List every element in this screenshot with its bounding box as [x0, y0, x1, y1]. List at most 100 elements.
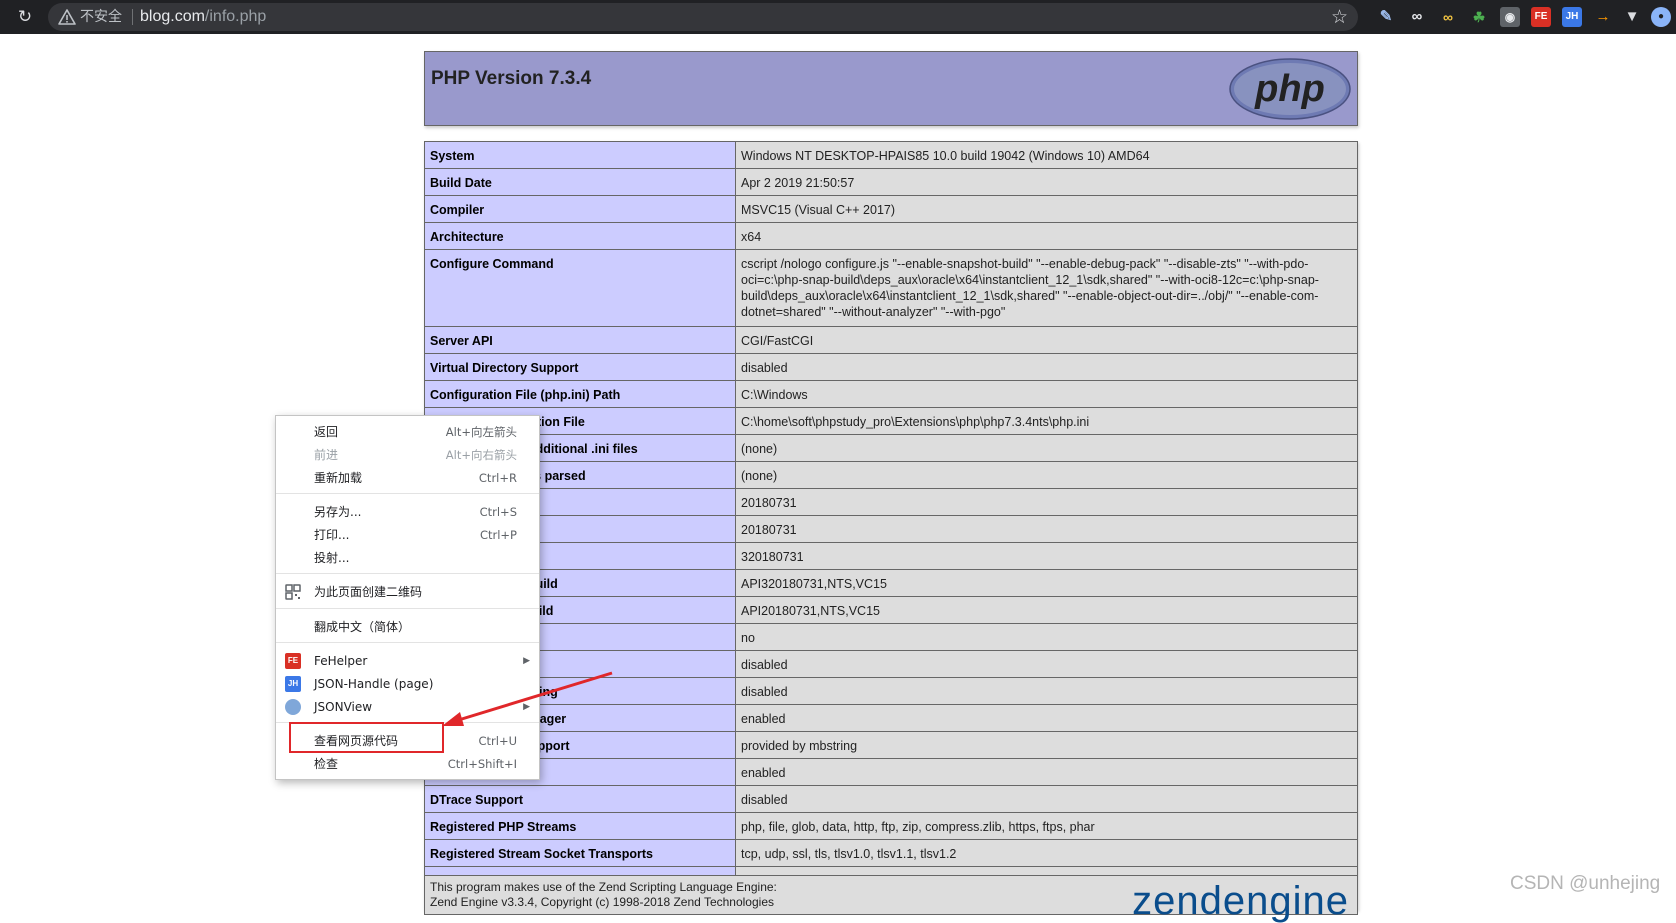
menu-item-shortcut: Ctrl+R [478, 471, 517, 485]
glasses-icon[interactable]: ∞ [1438, 7, 1458, 27]
row-value: php, file, glob, data, http, ftp, zip, c… [735, 812, 1358, 840]
table-row: Zend Extension320180731 [424, 542, 1358, 570]
row-key: Registered Stream Socket Transports [424, 839, 736, 867]
row-key: Architecture [424, 222, 736, 250]
table-row: Registered Stream Socket Transports tcp, … [424, 839, 1358, 867]
url-host: blog.com [140, 8, 205, 25]
row-value: cscript /nologo configure.js "--enable-s… [735, 249, 1358, 327]
menu-item-qr-code[interactable]: 为此页面创建二维码 [276, 581, 539, 603]
menu-item-save-as[interactable]: 另存为... Ctrl+S [276, 501, 539, 523]
row-value: 20180731 [735, 488, 1358, 516]
url-text[interactable]: blog.com/info.php [140, 7, 266, 27]
row-value: Windows NT DESKTOP-HPAIS85 10.0 build 19… [735, 141, 1358, 169]
jsonview-icon [285, 699, 301, 715]
address-bar[interactable]: 不安全 blog.com/info.php ☆ [48, 3, 1358, 31]
row-value: disabled [735, 650, 1358, 678]
menu-item-shortcut: Alt+向右箭头 [445, 448, 517, 462]
fehelper-icon[interactable]: FE [1531, 7, 1551, 27]
table-row: Configuration File (php.ini) Path C:\Wind… [424, 380, 1358, 408]
menu-item-label: 为此页面创建二维码 [314, 585, 423, 599]
jsonhandle-icon[interactable]: JH [1562, 7, 1582, 27]
row-value: Apr 2 2019 21:50:57 [735, 168, 1358, 196]
pen-icon[interactable]: ✎ [1376, 7, 1396, 27]
submenu-arrow-icon: ▶ [523, 656, 530, 666]
menu-item-label: 打印... [314, 528, 350, 542]
menu-item-print[interactable]: 打印... Ctrl+P [276, 524, 539, 546]
shield-icon[interactable]: ◉ [1500, 7, 1520, 27]
php-logo-icon: php [1229, 58, 1351, 120]
menu-item-cast[interactable]: 投射... [276, 547, 539, 569]
row-value: enabled [735, 758, 1358, 786]
row-value: C:\home\soft\phpstudy_pro\Extensions\php… [735, 407, 1358, 435]
table-row: Debug Buildno [424, 623, 1358, 651]
menu-item-label: 重新加载 [314, 471, 363, 485]
table-row: Loaded Configuration FileC:\home\soft\ph… [424, 407, 1358, 435]
row-value: 20180731 [735, 515, 1358, 543]
table-row: Build Date Apr 2 2019 21:50:57 [424, 168, 1358, 196]
row-value: x64 [735, 222, 1358, 250]
row-value: disabled [735, 785, 1358, 813]
profile-icon[interactable]: ● [1651, 7, 1671, 27]
table-row: Architecture x64 [424, 222, 1358, 250]
leaf-icon[interactable]: ☘ [1469, 7, 1489, 27]
menu-item-label: JSONView [314, 700, 373, 714]
menu-item-label: 返回 [314, 425, 339, 439]
row-value: enabled [735, 704, 1358, 732]
row-key: Virtual Directory Support [424, 353, 736, 381]
address-divider [132, 9, 133, 25]
zend-logo-icon: zendengine [1132, 879, 1349, 923]
menu-item-fehelper[interactable]: FE FeHelper ▶ [276, 650, 539, 672]
menu-item-shortcut: Ctrl+U [478, 734, 517, 748]
qr-code-icon [285, 584, 301, 600]
phpinfo-table: System Windows NT DESKTOP-HPAIS85 10.0 bu… [424, 141, 1358, 910]
menu-item-label: 投射... [314, 551, 350, 565]
menu-item-back[interactable]: 返回 Alt+向左箭头 [276, 421, 539, 443]
menu-item-reload[interactable]: 重新加载 Ctrl+R [276, 467, 539, 489]
table-row: Configure Command cscript /nologo configu… [424, 249, 1358, 327]
table-row: Scan this dir for additional .ini files(… [424, 434, 1358, 462]
table-row: Server API CGI/FastCGI [424, 326, 1358, 354]
row-key: Configure Command [424, 249, 736, 327]
menu-item-translate[interactable]: 翻成中文（简体） [276, 616, 539, 638]
row-value: (none) [735, 461, 1358, 489]
menu-item-inspect[interactable]: 检查 Ctrl+Shift+I [276, 753, 539, 775]
row-value: disabled [735, 677, 1358, 705]
annotation-arrow-icon [442, 671, 613, 726]
menu-item-label: 翻成中文（简体） [314, 620, 411, 634]
bookmark-star-icon[interactable]: ☆ [1331, 6, 1348, 28]
row-value: C:\Windows [735, 380, 1358, 408]
phpinfo-header: PHP Version 7.3.4 php [424, 51, 1358, 126]
table-row: DTrace Support disabled [424, 785, 1358, 813]
table-row: Virtual Directory Support disabled [424, 353, 1358, 381]
table-row: Compiler MSVC15 (Visual C++ 2017) [424, 195, 1358, 223]
row-value: provided by mbstring [735, 731, 1358, 759]
infinity-icon[interactable]: ∞ [1407, 7, 1427, 27]
csdn-watermark: CSDN @unhejing [1510, 873, 1661, 894]
vue-icon[interactable]: ▼ [1622, 7, 1642, 27]
menu-item-shortcut: Ctrl+Shift+I [447, 757, 517, 771]
row-value: 320180731 [735, 542, 1358, 570]
table-row: PHP Extension20180731 [424, 515, 1358, 543]
security-label[interactable]: 不安全 [80, 8, 122, 26]
menu-item-forward[interactable]: 前进 Alt+向右箭头 [276, 444, 539, 466]
reload-icon[interactable]: ↻ [14, 6, 36, 28]
row-value: tcp, udp, ssl, tls, tlsv1.0, tlsv1.1, tl… [735, 839, 1358, 867]
browser-toolbar: ↻ 不安全 blog.com/info.php ☆ ✎ ∞ ∞ ☘ ◉ FE J… [0, 0, 1676, 34]
menu-separator [276, 642, 539, 643]
table-row: Additional .ini files parsed(none) [424, 461, 1358, 489]
row-key: Registered PHP Streams [424, 812, 736, 840]
warning-icon[interactable] [58, 8, 76, 26]
table-row: PHP API20180731 [424, 488, 1358, 516]
row-value: no [735, 623, 1358, 651]
row-value: CGI/FastCGI [735, 326, 1358, 354]
table-row: Registered PHP Streams php, file, glob, d… [424, 812, 1358, 840]
shopping-icon[interactable]: → [1593, 7, 1613, 27]
menu-item-shortcut: Ctrl+P [479, 528, 517, 542]
menu-separator [276, 573, 539, 574]
jsonhandle-icon: JH [285, 676, 301, 692]
zend-engine-box: This program makes use of the Zend Scrip… [424, 875, 1358, 923]
row-value: disabled [735, 353, 1358, 381]
menu-item-shortcut: Alt+向左箭头 [445, 425, 517, 439]
table-row: System Windows NT DESKTOP-HPAIS85 10.0 bu… [424, 141, 1358, 169]
menu-item-shortcut: Ctrl+S [479, 505, 517, 519]
